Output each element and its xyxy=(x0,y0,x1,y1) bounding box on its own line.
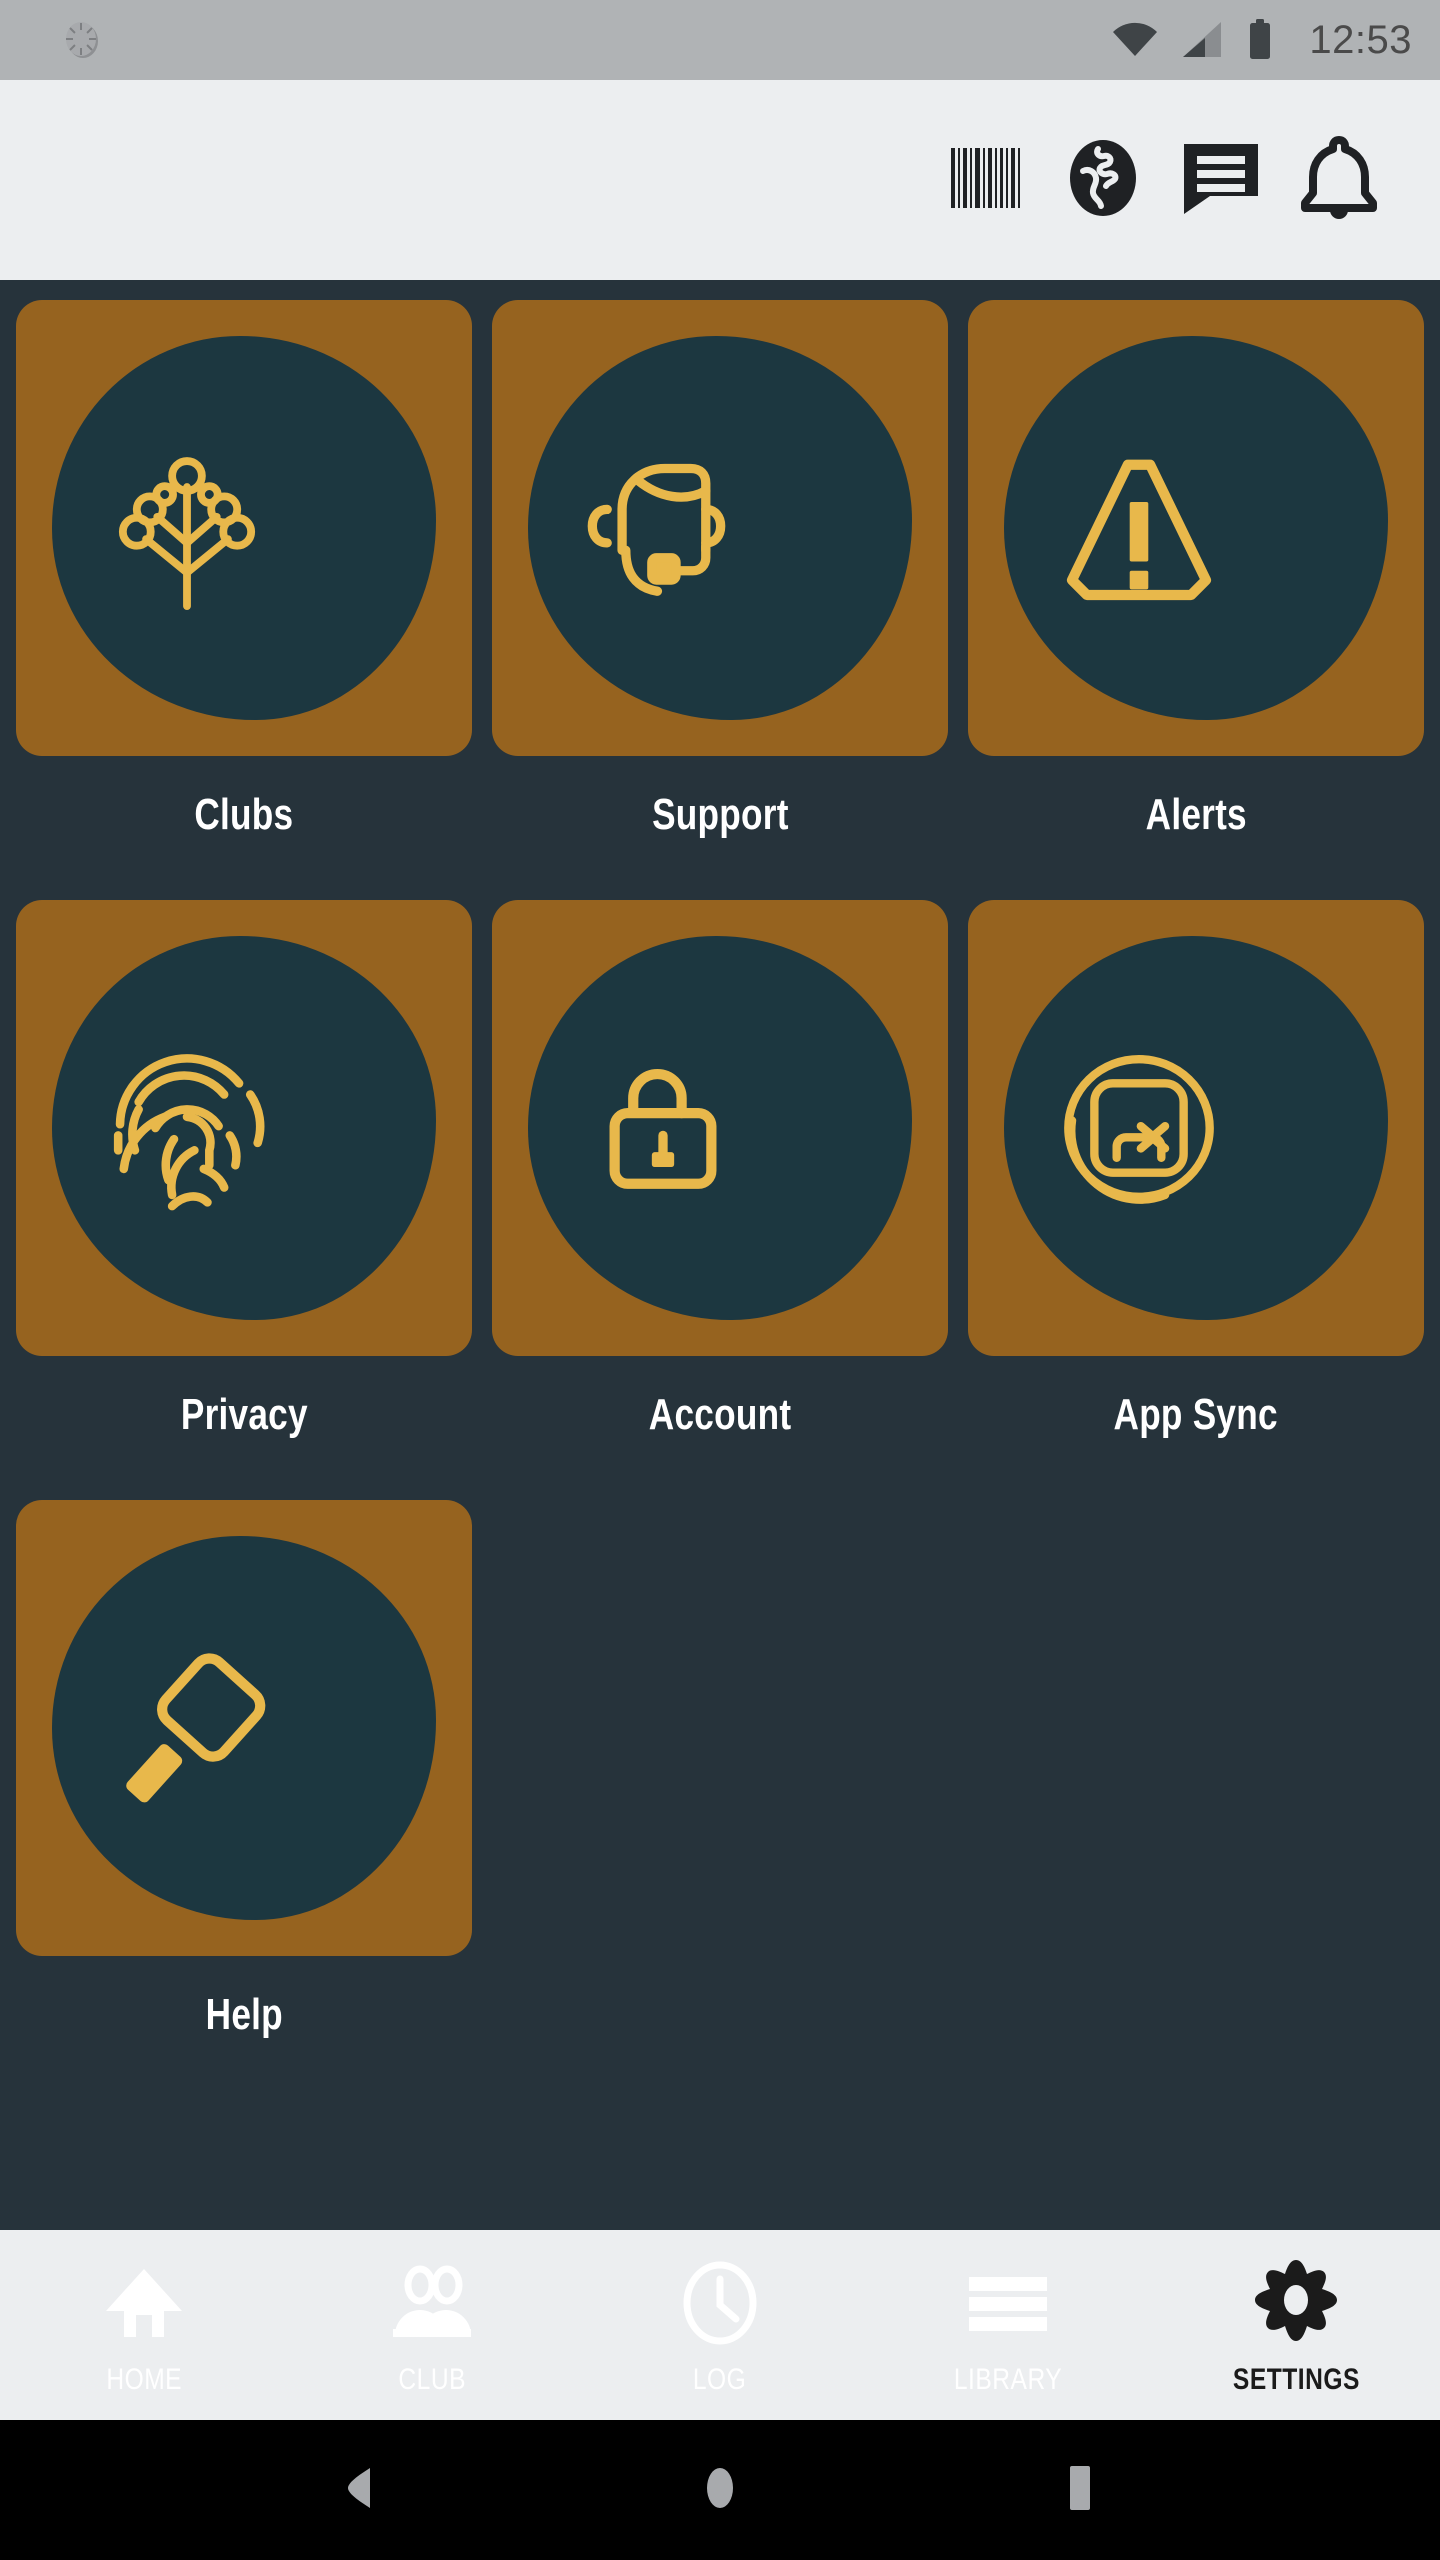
grid-item-label: Help xyxy=(205,1990,283,2039)
grid-item-label: Alerts xyxy=(1145,790,1247,839)
globe-icon xyxy=(1062,137,1144,224)
battery-icon xyxy=(1247,19,1273,61)
tile-privacy[interactable] xyxy=(16,900,472,1356)
gear-icon xyxy=(1253,2259,1339,2347)
tile-clubs[interactable] xyxy=(16,300,472,756)
nav-item-label: HOME xyxy=(106,2363,182,2396)
grid-item-label: App Sync xyxy=(1113,1390,1279,1439)
tile-disc xyxy=(52,936,436,1320)
grid-item-clubs[interactable]: Clubs xyxy=(16,300,472,900)
status-bar-right-icons: 12:53 xyxy=(1111,18,1412,63)
magnifier-icon xyxy=(94,1635,394,1821)
nav-item-log[interactable]: LOG xyxy=(576,2230,864,2420)
bell-icon xyxy=(1299,135,1379,225)
nav-item-settings[interactable]: SETTINGS xyxy=(1152,2230,1440,2420)
back-triangle-icon xyxy=(338,2464,382,2517)
sync-arrows-icon xyxy=(1046,1035,1346,1221)
headset-agent-icon xyxy=(570,435,870,621)
recents-button[interactable] xyxy=(1020,2420,1140,2560)
phone-screen: 12:53 Clubs Support Alerts Privacy Accou… xyxy=(0,0,1440,2560)
brightness-dial-icon xyxy=(60,18,104,62)
tile-disc xyxy=(1004,336,1388,720)
fingerprint-icon xyxy=(94,1035,394,1221)
tile-help[interactable] xyxy=(16,1500,472,1956)
grid-item-label: Privacy xyxy=(180,1390,308,1439)
globe-button[interactable] xyxy=(1044,121,1162,239)
grid-item-app-sync[interactable]: App Sync xyxy=(968,900,1424,1500)
home-button[interactable] xyxy=(660,2420,780,2560)
clock-icon xyxy=(678,2259,762,2347)
recents-square-icon xyxy=(1062,2462,1098,2519)
grid-item-label: Account xyxy=(648,1390,792,1439)
app-toolbar xyxy=(0,80,1440,280)
grid-item-alerts[interactable]: Alerts xyxy=(968,300,1424,900)
barcode-scanner-button[interactable] xyxy=(926,121,1044,239)
settings-grid: Clubs Support Alerts Privacy Account App… xyxy=(16,300,1424,2100)
nav-item-club[interactable]: CLUB xyxy=(288,2230,576,2420)
system-status-bar: 12:53 xyxy=(0,0,1440,80)
status-bar-left-icons xyxy=(60,18,104,62)
house-icon xyxy=(100,2259,188,2347)
grid-item-help[interactable]: Help xyxy=(16,1500,472,2100)
bottom-navigation-bar: HOME CLUB LOG LIBRARY SETTINGS xyxy=(0,2230,1440,2420)
tile-alerts[interactable] xyxy=(968,300,1424,756)
tile-support[interactable] xyxy=(492,300,948,756)
nav-item-label: SETTINGS xyxy=(1232,2363,1360,2396)
grid-item-label: Clubs xyxy=(194,790,294,839)
barcode-icon xyxy=(947,142,1023,219)
messages-button[interactable] xyxy=(1162,121,1280,239)
nav-item-label: LIBRARY xyxy=(953,2363,1063,2396)
home-circle-icon xyxy=(698,2462,742,2519)
grid-item-support[interactable]: Support xyxy=(492,300,948,900)
tile-disc xyxy=(528,336,912,720)
grid-item-privacy[interactable]: Privacy xyxy=(16,900,472,1500)
list-lines-icon xyxy=(965,2259,1051,2347)
notifications-button[interactable] xyxy=(1280,121,1398,239)
grid-item-label: Support xyxy=(651,790,789,839)
status-bar-clock: 12:53 xyxy=(1309,17,1412,62)
nav-item-label: LOG xyxy=(693,2363,747,2396)
wifi-icon xyxy=(1111,20,1159,60)
nav-item-library[interactable]: LIBRARY xyxy=(864,2230,1152,2420)
nav-item-home[interactable]: HOME xyxy=(0,2230,288,2420)
nav-item-label: CLUB xyxy=(398,2363,466,2396)
grid-item-account[interactable]: Account xyxy=(492,900,948,1500)
open-padlock-icon xyxy=(570,1035,870,1221)
message-bubble-icon xyxy=(1180,140,1262,221)
android-system-nav xyxy=(0,2420,1440,2560)
warning-triangle-icon xyxy=(1046,435,1346,621)
tile-disc xyxy=(528,936,912,1320)
tree-network-icon xyxy=(94,435,394,621)
tile-disc xyxy=(52,1536,436,1920)
people-icon xyxy=(389,2259,475,2347)
tile-disc xyxy=(52,336,436,720)
tile-account[interactable] xyxy=(492,900,948,1356)
cellular-signal-icon xyxy=(1181,20,1225,60)
tile-disc xyxy=(1004,936,1388,1320)
settings-grid-content: Clubs Support Alerts Privacy Account App… xyxy=(0,280,1440,2230)
tile-app-sync[interactable] xyxy=(968,900,1424,1356)
back-button[interactable] xyxy=(300,2420,420,2560)
